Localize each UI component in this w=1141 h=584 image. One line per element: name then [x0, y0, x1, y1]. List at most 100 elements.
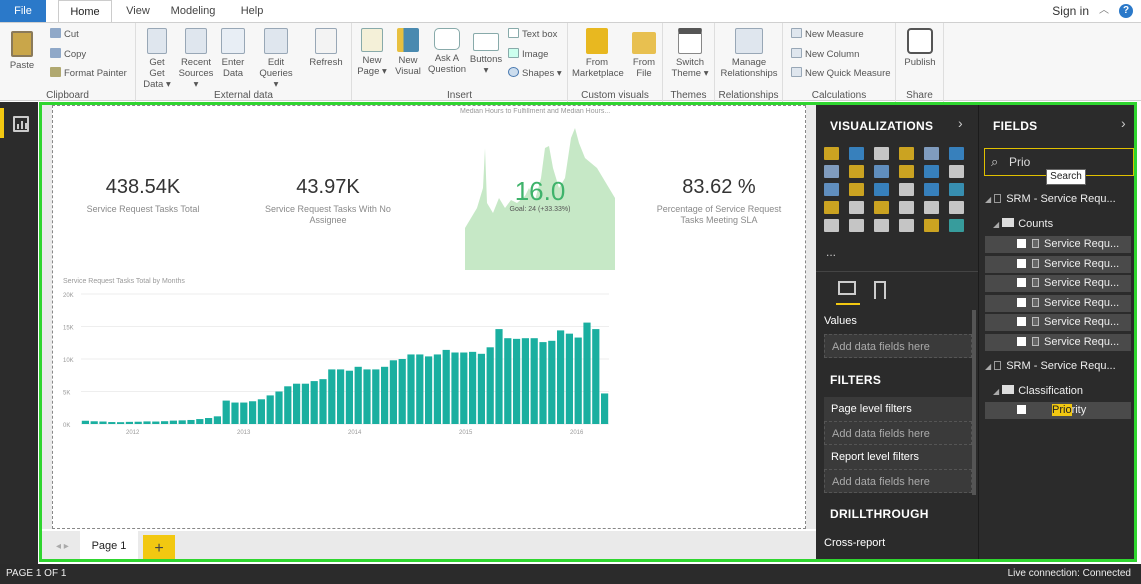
tab-modeling[interactable]: Modeling: [164, 0, 222, 22]
get-data-button[interactable]: Get Get Data ▾: [140, 28, 174, 90]
bar[interactable]: [407, 354, 415, 424]
bar[interactable]: [284, 386, 292, 424]
bar[interactable]: [310, 381, 318, 424]
visual-type-icon[interactable]: [924, 201, 939, 214]
more-visuals-button[interactable]: ...: [826, 245, 836, 259]
bar[interactable]: [178, 420, 186, 424]
visual-type-icon[interactable]: [949, 147, 964, 160]
bar[interactable]: [161, 421, 169, 424]
new-column-button[interactable]: New Column: [791, 48, 859, 61]
bar[interactable]: [513, 338, 521, 424]
visual-type-icon[interactable]: [949, 219, 964, 232]
cut-button[interactable]: Cut: [50, 28, 79, 41]
fields-tab-icon[interactable]: [838, 281, 856, 295]
scroll-tabs-icon[interactable]: ◂ ▸: [56, 531, 69, 562]
bar[interactable]: [372, 369, 380, 424]
visual-type-icon[interactable]: [924, 183, 939, 196]
bar[interactable]: [249, 401, 257, 424]
bar[interactable]: [108, 422, 116, 424]
visual-type-icon[interactable]: [924, 165, 939, 178]
field-checkbox[interactable]: [1017, 258, 1026, 268]
bar[interactable]: [433, 354, 441, 424]
visual-type-icon[interactable]: [849, 147, 864, 160]
visual-type-icon[interactable]: [824, 201, 839, 214]
bar[interactable]: [425, 356, 433, 424]
bar[interactable]: [565, 333, 573, 424]
table-srm-1[interactable]: ◢ SRM - Service Requ...: [985, 193, 1116, 205]
bar[interactable]: [389, 360, 397, 424]
visual-type-icon[interactable]: [924, 147, 939, 160]
buttons-button[interactable]: Buttons ▾: [468, 28, 504, 76]
bar[interactable]: [187, 419, 195, 424]
field-item[interactable]: Service Requ...: [985, 333, 1131, 351]
kpi-card-no-assignee[interactable]: 43.97K Service Request Tasks With No Ass…: [258, 176, 398, 226]
field-checkbox[interactable]: [1017, 405, 1026, 414]
field-item[interactable]: Service Requ...: [985, 236, 1131, 253]
visual-type-icon[interactable]: [899, 165, 914, 178]
bar[interactable]: [601, 393, 609, 424]
field-checkbox[interactable]: [1017, 336, 1026, 346]
bar[interactable]: [222, 400, 230, 424]
bar[interactable]: [90, 421, 98, 424]
bar[interactable]: [337, 369, 345, 424]
from-file-button[interactable]: From File: [628, 28, 660, 79]
bar[interactable]: [460, 352, 468, 425]
paste-button[interactable]: Paste: [8, 31, 36, 71]
bar[interactable]: [504, 338, 512, 424]
page-tab-1[interactable]: Page 1: [80, 531, 138, 562]
visual-type-icon[interactable]: [949, 183, 964, 196]
help-icon[interactable]: ?: [1119, 4, 1133, 18]
recent-sources-button[interactable]: Recent Sources ▾: [176, 28, 216, 90]
tab-view[interactable]: View: [120, 0, 156, 22]
visual-type-icon[interactable]: [824, 183, 839, 196]
bar[interactable]: [381, 366, 389, 424]
refresh-button[interactable]: Refresh: [306, 28, 346, 68]
bar[interactable]: [266, 395, 274, 424]
bar[interactable]: [451, 352, 459, 425]
gauge-visual[interactable]: Median Hours to Fulfillment and Median H…: [460, 108, 615, 270]
field-checkbox[interactable]: [1017, 239, 1026, 248]
bar[interactable]: [495, 329, 503, 424]
bar[interactable]: [134, 421, 142, 424]
bar[interactable]: [125, 421, 133, 424]
enter-data-button[interactable]: Enter Data: [218, 28, 248, 79]
report-view-icon[interactable]: [13, 116, 29, 132]
new-quick-measure-button[interactable]: New Quick Measure: [791, 67, 891, 80]
text-box-button[interactable]: Text box: [508, 28, 557, 41]
bar[interactable]: [152, 421, 160, 424]
collapse-fields-icon[interactable]: ›: [1121, 115, 1126, 131]
tab-home[interactable]: Home: [58, 0, 112, 22]
bar[interactable]: [143, 421, 151, 424]
visual-type-icon[interactable]: [899, 219, 914, 232]
visual-type-icon[interactable]: [824, 147, 839, 160]
publish-button[interactable]: Publish: [900, 28, 940, 68]
field-item[interactable]: Service Requ...: [985, 275, 1131, 292]
bar-chart[interactable]: 20K 15K 10K 5K 0K 2012 2013 2014 2015 2016: [61, 286, 621, 456]
bar[interactable]: [196, 419, 204, 424]
bar[interactable]: [169, 420, 177, 424]
bar[interactable]: [293, 383, 301, 424]
visual-type-icon[interactable]: [949, 201, 964, 214]
visual-type-icon[interactable]: [849, 165, 864, 178]
bar[interactable]: [117, 422, 125, 424]
visual-type-icon[interactable]: [874, 147, 889, 160]
bar[interactable]: [398, 359, 406, 424]
visual-type-icon[interactable]: [899, 201, 914, 214]
folder-classification[interactable]: ◢ Classification: [993, 385, 1083, 397]
field-priority[interactable]: Priority: [985, 402, 1131, 419]
new-page-button[interactable]: New Page ▾: [356, 28, 388, 77]
visual-type-icon[interactable]: [824, 165, 839, 178]
report-canvas[interactable]: 438.54K Service Request Tasks Total 43.9…: [52, 105, 806, 529]
visualizations-scrollbar[interactable]: [972, 310, 976, 495]
visual-type-icon[interactable]: [874, 183, 889, 196]
image-button[interactable]: Image: [508, 48, 548, 61]
tab-help[interactable]: Help: [234, 0, 270, 22]
bar[interactable]: [319, 379, 327, 424]
add-page-button[interactable]: +: [143, 535, 175, 562]
bar[interactable]: [442, 349, 450, 424]
bar[interactable]: [99, 421, 107, 424]
collapse-visualizations-icon[interactable]: ›: [958, 115, 963, 131]
bar[interactable]: [231, 402, 239, 424]
bar[interactable]: [521, 338, 529, 424]
bar[interactable]: [275, 391, 283, 425]
